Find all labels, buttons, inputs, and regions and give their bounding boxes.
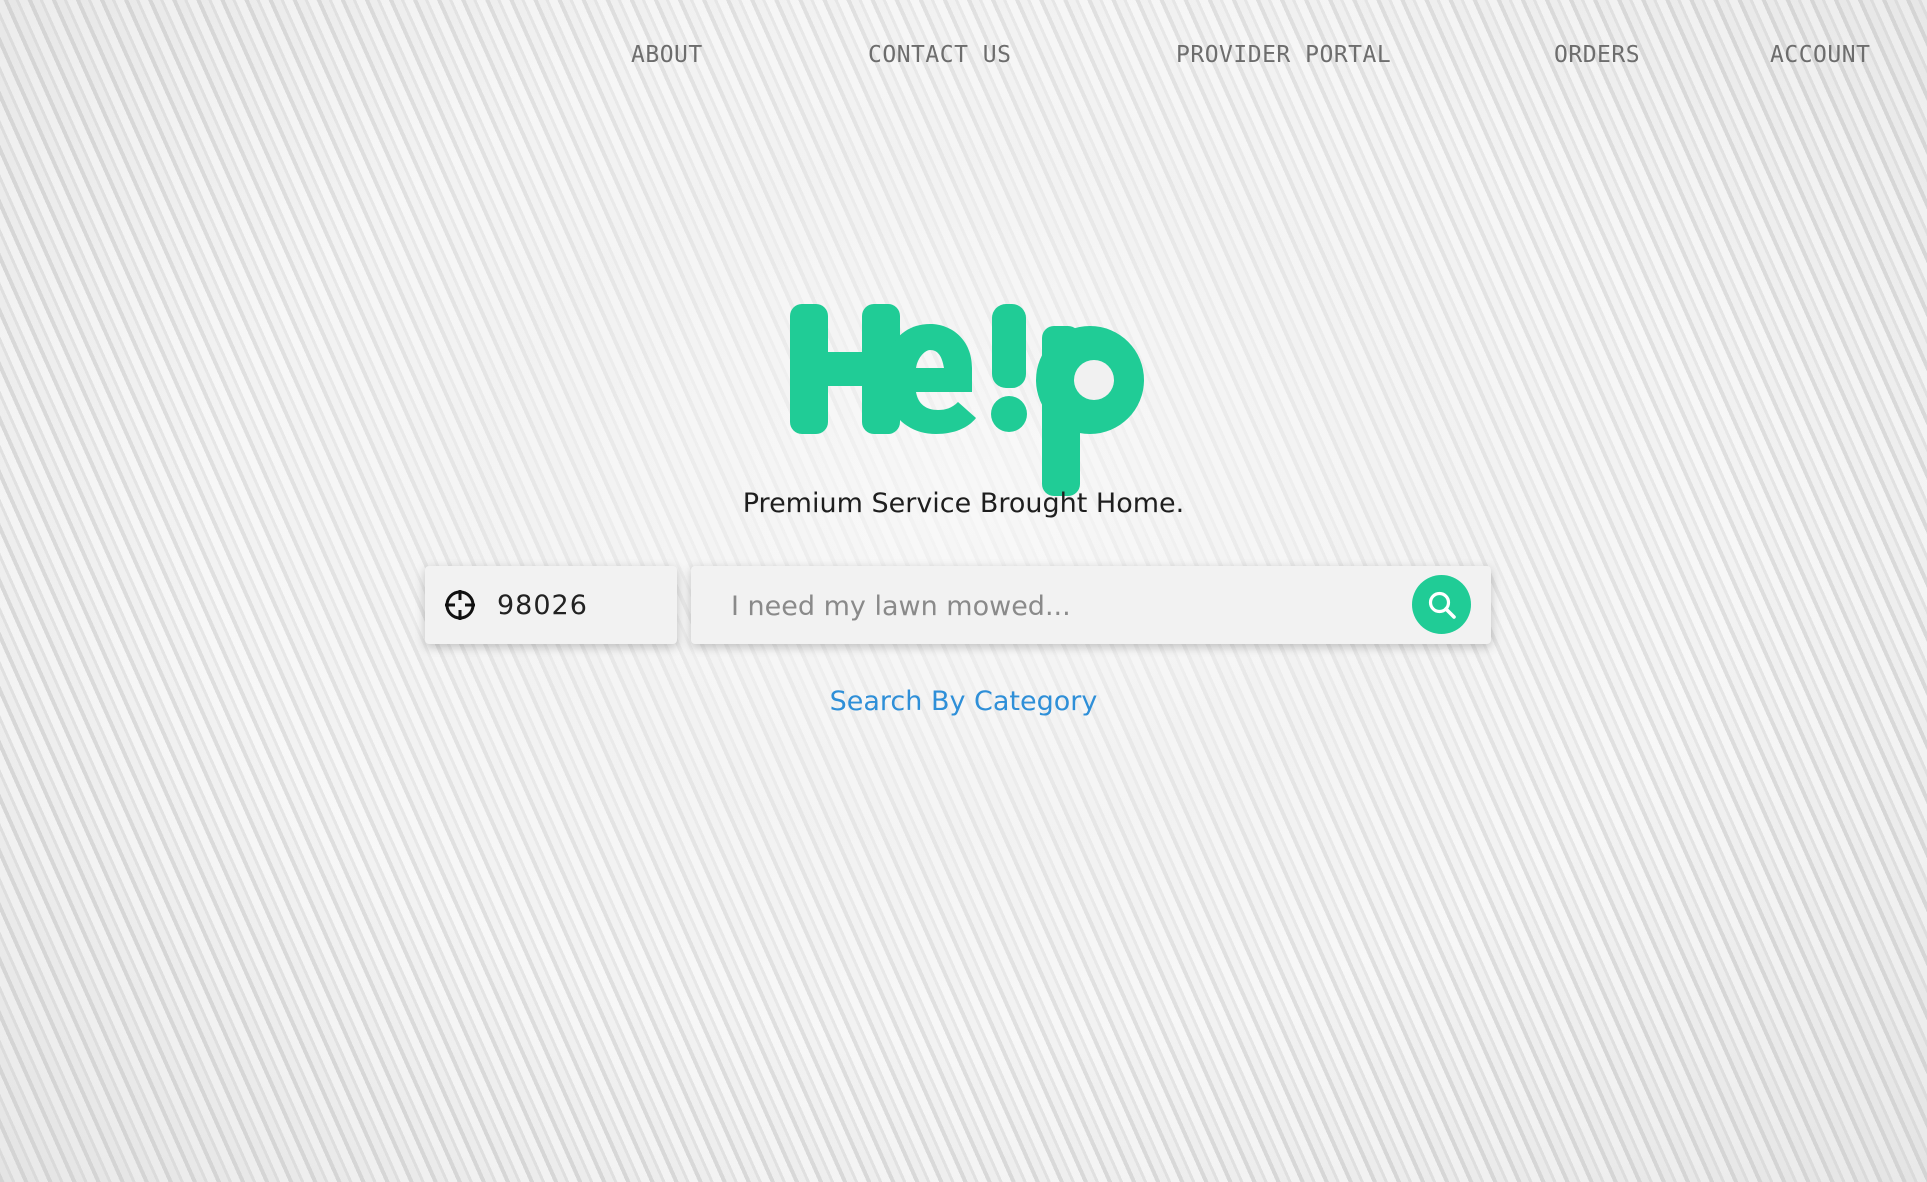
nav-link-provider-portal[interactable]: PROVIDER PORTAL <box>1176 42 1391 68</box>
crosshair-icon[interactable] <box>443 588 477 622</box>
nav-link-orders[interactable]: ORDERS <box>1554 42 1640 68</box>
search-button[interactable] <box>1412 575 1471 634</box>
tagline: Premium Service Brought Home. <box>742 488 1185 519</box>
service-search-box <box>691 566 1491 644</box>
zip-code-input[interactable] <box>495 588 659 622</box>
nav-link-account[interactable]: ACCOUNT <box>1770 42 1870 68</box>
search-by-category-wrapper: Search By Category <box>0 686 1927 717</box>
magnifier-icon <box>1428 591 1456 619</box>
search-by-category-link[interactable]: Search By Category <box>830 686 1098 717</box>
nav-link-about[interactable]: ABOUT <box>631 42 703 68</box>
zip-code-box <box>425 566 677 644</box>
top-navigation: ABOUT CONTACT US PROVIDER PORTAL ORDERS … <box>0 42 1927 78</box>
help-logo <box>780 268 1150 500</box>
service-search-input[interactable] <box>729 585 1383 627</box>
nav-link-contact-us[interactable]: CONTACT US <box>868 42 1011 68</box>
